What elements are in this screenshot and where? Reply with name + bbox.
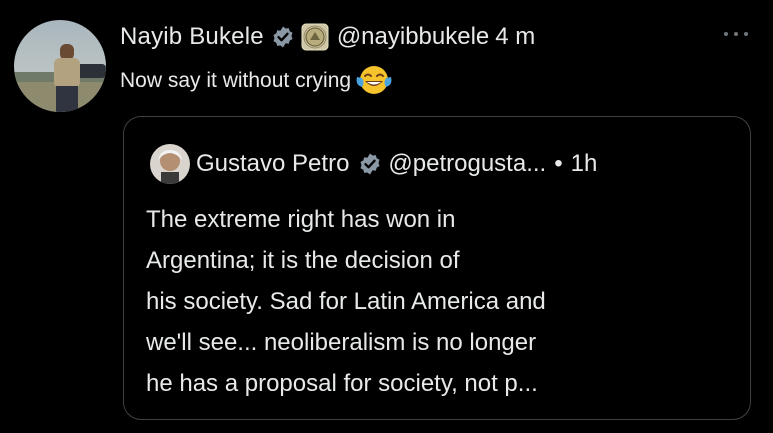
separator-dot: • bbox=[554, 150, 563, 177]
quoted-text-line: The extreme right has won in bbox=[146, 206, 456, 233]
quoted-text-line: he has a proposal for society, not p... bbox=[146, 370, 538, 397]
government-seal-icon bbox=[301, 23, 329, 51]
tweet-header: Nayib Bukele @nayibbukele 4 m bbox=[120, 20, 565, 54]
quoted-author-handle[interactable]: @petrogusta... bbox=[388, 150, 546, 178]
quoted-tweet[interactable]: Gustavo Petro @petrogusta... • 1h The ex… bbox=[123, 116, 751, 420]
quoted-text-line: we'll see... neoliberalism is no longer bbox=[146, 329, 537, 356]
quoted-author-avatar[interactable] bbox=[150, 144, 190, 184]
verified-badge-icon bbox=[271, 25, 295, 49]
quoted-tweet-time[interactable]: 1h bbox=[571, 150, 598, 178]
tweet[interactable]: Nayib Bukele @nayibbukele 4 m Now say it bbox=[0, 0, 773, 433]
quoted-text-line: his society. Sad for Latin America and bbox=[146, 288, 546, 315]
author-avatar[interactable] bbox=[14, 20, 106, 112]
quoted-tweet-text: The extreme right has won in Argentina; … bbox=[146, 199, 726, 404]
author-handle[interactable]: @nayibbukele bbox=[337, 22, 489, 52]
tweet-time[interactable]: 4 m bbox=[495, 22, 565, 52]
tweet-text: Now say it without crying bbox=[120, 64, 393, 98]
author-name[interactable]: Nayib Bukele bbox=[120, 22, 264, 52]
tweet-text-content: Now say it without crying bbox=[120, 69, 352, 92]
laughing-crying-emoji-icon bbox=[355, 64, 393, 98]
verified-badge-icon bbox=[358, 152, 382, 176]
quoted-tweet-header: Gustavo Petro @petrogusta... • 1h bbox=[150, 144, 598, 184]
quoted-author-name[interactable]: Gustavo Petro bbox=[196, 150, 349, 178]
more-options-icon[interactable] bbox=[720, 24, 752, 44]
quoted-text-line: Argentina; it is the decision of bbox=[146, 247, 460, 274]
